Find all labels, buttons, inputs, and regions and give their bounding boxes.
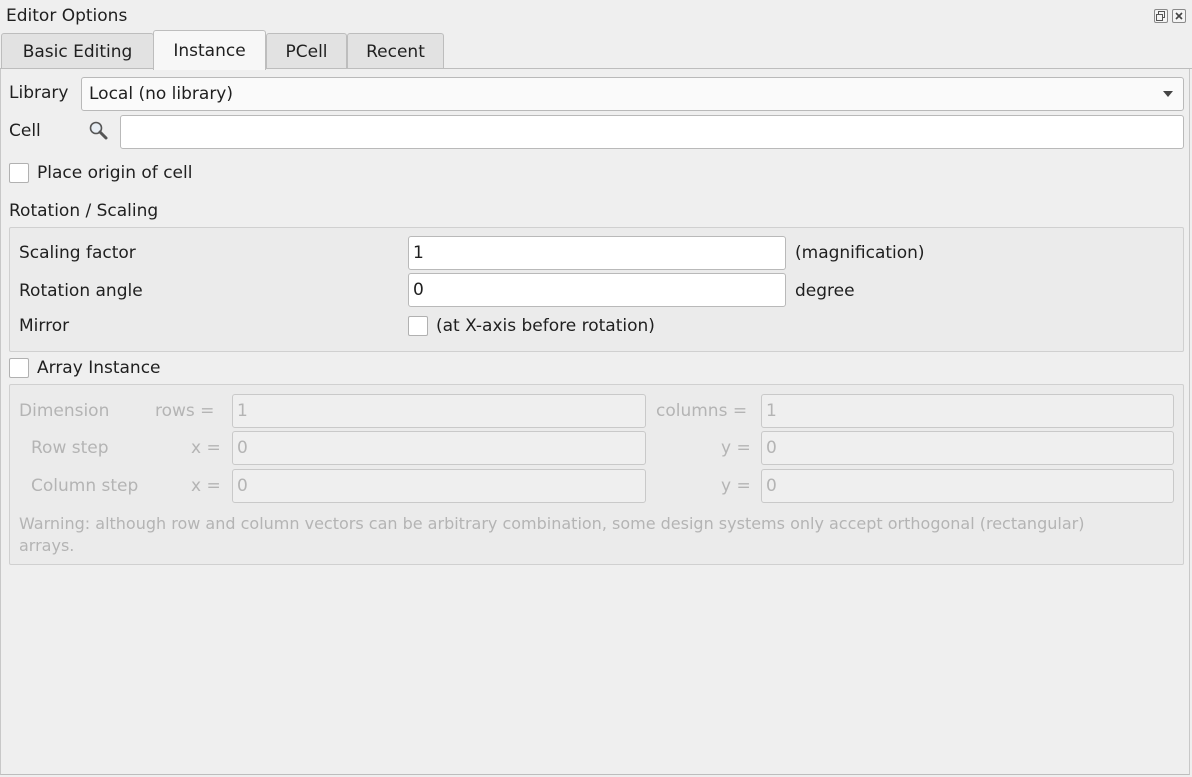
mirror-label: Mirror [19,316,70,336]
col-x-label: x = [191,476,221,496]
rotation-angle-label: Rotation angle [19,281,143,301]
column-step-label: Column step [31,476,139,496]
tab-label: PCell [285,41,328,62]
library-selected-value: Local (no library) [89,84,234,104]
columns-input[interactable] [761,394,1174,428]
place-origin-label: Place origin of cell [37,163,193,183]
scaling-factor-input[interactable] [408,236,786,270]
mirror-description: (at X-axis before rotation) [436,316,655,336]
tab-pcell[interactable]: PCell [266,33,347,69]
dimension-label: Dimension [19,401,110,421]
cell-label: Cell [9,121,41,141]
row-step-x-input[interactable] [232,431,646,465]
col-y-label: y = [721,476,751,496]
mirror-checkbox[interactable] [408,316,428,336]
tab-instance[interactable]: Instance [153,30,266,70]
column-step-y-input[interactable] [761,469,1174,503]
float-icon[interactable] [1154,9,1168,23]
array-instance-checkbox[interactable] [9,358,29,378]
cell-input[interactable] [120,115,1184,149]
chevron-down-icon [1163,91,1173,97]
search-icon[interactable] [87,119,111,143]
row-step-y-input[interactable] [761,431,1174,465]
window-title: Editor Options [6,6,128,26]
rows-label: rows = [155,401,215,421]
rows-input[interactable] [232,394,646,428]
rotation-angle-input[interactable] [408,273,786,307]
scaling-factor-label: Scaling factor [19,243,136,263]
array-warning-text: Warning: although row and column vectors… [19,514,1085,555]
close-icon[interactable] [1172,9,1186,23]
rotation-scaling-title: Rotation / Scaling [9,201,159,221]
library-label: Library [9,83,69,103]
tab-label: Basic Editing [22,41,133,62]
array-instance-label: Array Instance [37,358,161,378]
row-y-label: y = [721,438,751,458]
row-x-label: x = [191,438,221,458]
tab-basic-editing[interactable]: Basic Editing [1,33,154,69]
column-step-x-input[interactable] [232,469,646,503]
tab-label: Instance [173,40,246,61]
rotation-unit-label: degree [795,281,855,301]
place-origin-checkbox[interactable] [9,163,29,183]
tab-recent[interactable]: Recent [347,33,444,69]
scaling-unit-label: (magnification) [795,243,925,263]
library-select[interactable]: Local (no library) [81,77,1184,111]
tab-label: Recent [366,41,425,62]
row-step-label: Row step [31,438,109,458]
columns-label: columns = [656,401,748,421]
